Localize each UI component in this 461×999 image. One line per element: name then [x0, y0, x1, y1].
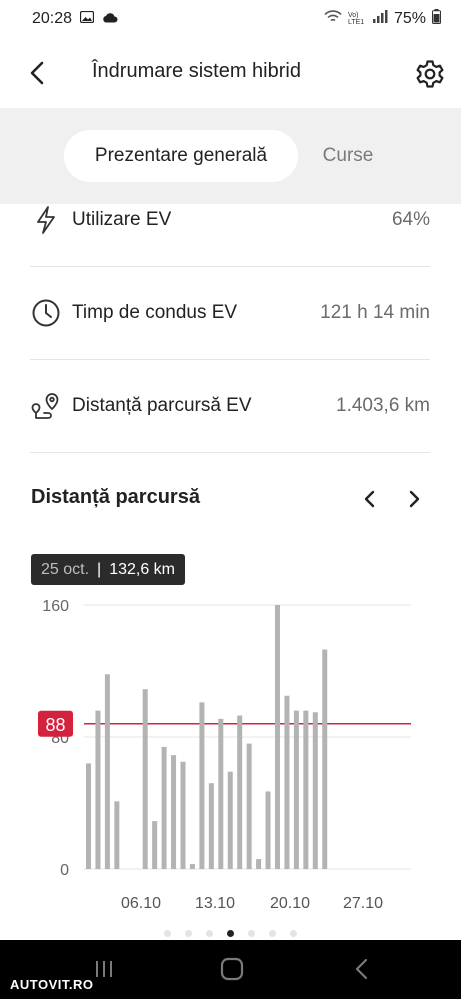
network-type-label: Vo) LTE1 — [347, 12, 365, 26]
bar[interactable] — [284, 695, 290, 869]
bar[interactable] — [265, 791, 271, 869]
bar[interactable] — [275, 605, 280, 869]
pager-dot[interactable] — [248, 930, 255, 937]
average-badge-label: 88 — [45, 715, 65, 735]
bar[interactable] — [303, 710, 309, 869]
x-tick-label: 27.10 — [343, 895, 383, 912]
status-bar: 20:28 Vo) LTE1 75% — [0, 0, 461, 38]
bar[interactable] — [104, 674, 110, 869]
bar[interactable] — [189, 864, 195, 869]
metric-ev-driving-time: Timp de condus EV 121 h 14 min — [30, 267, 430, 360]
y-tick-label: 0 — [60, 862, 69, 879]
bar[interactable] — [293, 710, 299, 869]
page-title: Îndrumare sistem hibrid — [92, 60, 301, 82]
battery-icon — [432, 9, 441, 29]
bar[interactable] — [256, 859, 262, 869]
chart-section-title: Distanță parcursă — [31, 486, 200, 508]
pager-dot[interactable] — [185, 930, 192, 937]
metric-value: 121 h 14 min — [320, 302, 430, 323]
chart-pager[interactable] — [0, 930, 461, 940]
tooltip-separator: | — [97, 560, 102, 578]
metric-label: Distanță parcursă EV — [72, 395, 252, 416]
metric-value: 64% — [391, 209, 430, 230]
bar[interactable] — [237, 715, 243, 869]
system-back-button[interactable] — [343, 954, 379, 984]
back-button[interactable] — [22, 58, 52, 88]
x-tick-label: 13.10 — [195, 895, 235, 912]
pager-dot[interactable] — [164, 930, 171, 937]
status-right: Vo) LTE1 75% — [324, 9, 441, 29]
bar[interactable] — [199, 702, 205, 869]
route-pin-icon — [30, 390, 62, 422]
back-arrow-icon — [355, 958, 368, 980]
distance-bar-chart[interactable]: 16080006.10 13.10 20.10 27.1088 — [0, 590, 461, 925]
tooltip-value: 132,6 km — [109, 560, 175, 578]
x-tick-label: 20.10 — [270, 895, 310, 912]
bar[interactable] — [227, 771, 233, 869]
bar[interactable] — [218, 718, 224, 869]
recent-apps-icon — [96, 961, 112, 977]
metric-value: 1.403,6 km — [336, 395, 430, 416]
chevron-left-icon — [364, 490, 375, 508]
bar[interactable] — [180, 761, 186, 869]
home-button[interactable] — [214, 954, 250, 984]
bar[interactable] — [322, 649, 328, 869]
status-time: 20:28 — [32, 10, 73, 27]
chart-prev-button[interactable] — [355, 485, 383, 513]
bar[interactable] — [161, 746, 167, 869]
pager-dot[interactable] — [269, 930, 276, 937]
metric-ev-usage: Utilizare EV 64% — [30, 174, 430, 267]
metric-label: Timp de condus EV — [72, 302, 238, 323]
bar[interactable] — [152, 821, 158, 869]
y-tick-label: 160 — [42, 598, 69, 615]
bar[interactable] — [312, 712, 318, 869]
cloud-icon — [102, 10, 118, 28]
metric-label: Utilizare EV — [72, 209, 172, 230]
pager-dot[interactable] — [206, 930, 213, 937]
wifi-icon — [324, 9, 342, 29]
pager-dot[interactable] — [290, 930, 297, 937]
bar[interactable] — [171, 755, 177, 869]
bar[interactable] — [95, 710, 101, 869]
lightning-icon — [30, 204, 62, 236]
tooltip-date: 25 oct. — [41, 560, 90, 578]
battery-percent: 75% — [393, 10, 426, 27]
bar[interactable] — [114, 801, 120, 869]
bar[interactable] — [208, 783, 214, 869]
watermark-logo: AUTOVIT.RO — [10, 977, 94, 992]
chevron-right-icon — [409, 490, 420, 508]
clock-icon — [30, 297, 62, 329]
bar[interactable] — [86, 763, 91, 869]
pager-dot-active[interactable] — [227, 930, 234, 937]
settings-button[interactable] — [412, 56, 448, 92]
home-icon — [220, 957, 244, 981]
app-header: Îndrumare sistem hibrid — [0, 38, 461, 108]
gallery-icon — [79, 10, 95, 28]
x-tick-label: 06.10 — [121, 895, 161, 912]
chevron-left-icon — [30, 61, 44, 85]
chart-tooltip: 25 oct. | 132,6 km — [31, 554, 185, 585]
status-left: 20:28 — [32, 10, 118, 28]
signal-icon — [372, 9, 388, 29]
bar[interactable] — [142, 689, 148, 869]
metric-ev-distance: Distanță parcursă EV 1.403,6 km — [30, 360, 430, 453]
chart-next-button[interactable] — [401, 485, 429, 513]
bar[interactable] — [246, 743, 252, 869]
gear-icon — [416, 60, 444, 88]
